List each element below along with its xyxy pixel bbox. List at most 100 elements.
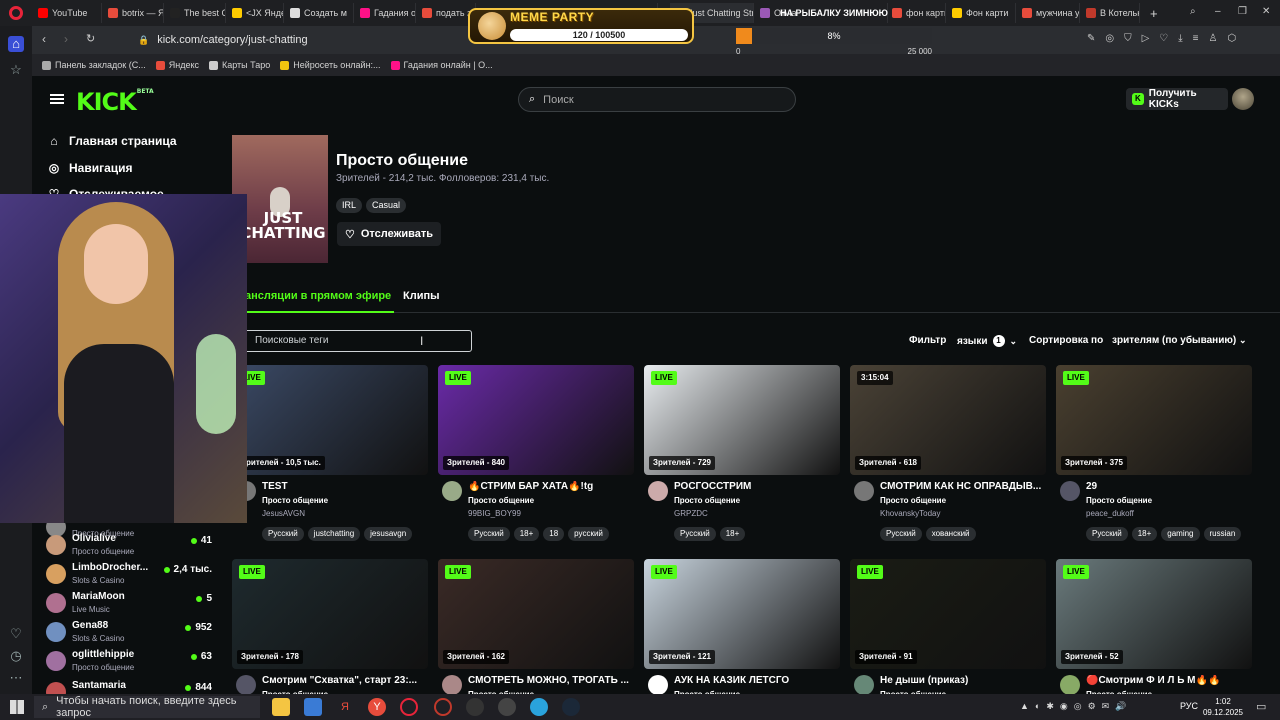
followed-channel[interactable]: oglittlehippie Просто общение 63	[46, 648, 216, 676]
windows-start-icon[interactable]	[10, 700, 24, 714]
sort-dropdown[interactable]: зрителям (по убыванию) ⌄	[1112, 335, 1247, 346]
bookmark-item[interactable]: Гадания онлайн | О...	[390, 60, 493, 70]
reload-icon[interactable]: ↻	[86, 32, 95, 45]
stream-tag[interactable]: хованский	[925, 527, 976, 541]
followed-channel[interactable]: Olivialive Просто общение 41	[46, 532, 216, 560]
streamer-name[interactable]: peace_dukoff	[1086, 509, 1134, 518]
more-icon[interactable]: ⋯	[8, 670, 24, 686]
stream-card[interactable]: 3:15:04 Зрителей - 618 СМОТРИМ КАК НС ОПРА…	[850, 365, 1046, 541]
bookmark-item[interactable]: Панель закладок (С...	[42, 60, 146, 70]
bookmark-item[interactable]: Нейросеть онлайн:...	[280, 60, 381, 70]
browser-tab[interactable]: Фон карти	[948, 3, 1016, 23]
taskbar-search[interactable]: ⌕ Чтобы начать поиск, введите здесь запр…	[34, 695, 260, 719]
bookmark-item[interactable]: Яндекс	[155, 60, 199, 70]
stream-title[interactable]: РОСГОССТРИМ	[674, 481, 840, 492]
forward-icon[interactable]: ›	[64, 32, 68, 46]
tag-search-input[interactable]: Поисковые теги	[238, 330, 472, 352]
input-language[interactable]: РУС	[1180, 701, 1198, 711]
stream-tag[interactable]: jesusavgn	[364, 527, 413, 541]
category-tag[interactable]: IRL	[336, 198, 363, 213]
browser-tab[interactable]: <JX Яндекс	[228, 3, 284, 23]
stream-thumbnail[interactable]: LIVE Зрителей - 121	[644, 559, 840, 669]
followed-channel[interactable]: Santamaria 844	[46, 679, 216, 694]
stream-card[interactable]: LIVEЗрителей - 91Не дыши (приказ)Просто …	[850, 559, 1046, 694]
followed-channel[interactable]: LimboDrocher... Slots & Casino 2,4 тыс.	[46, 561, 216, 589]
stream-card[interactable]: LIVE Зрителей - 162 СМОТРЕТЬ МОЖНО, ТРОГАТ…	[438, 559, 634, 694]
kick-logo[interactable]: KICKBETA	[76, 88, 154, 116]
stream-thumbnail[interactable]: 3:15:04 Зрителей - 618	[850, 365, 1046, 475]
followed-channel[interactable]: Gena88 Slots & Casino 952	[46, 619, 216, 647]
stream-tag[interactable]: русский	[568, 527, 609, 541]
stream-title[interactable]: TEST	[262, 481, 428, 492]
browser-tab[interactable]: YouTube	[34, 3, 102, 23]
stream-card[interactable]: LIVE Зрителей - 375 29 Просто общение peace_…	[1056, 365, 1252, 541]
stream-tag[interactable]: Русский	[468, 527, 510, 541]
tab-live-streams[interactable]: Трансляции в прямом эфире	[232, 290, 391, 302]
stream-card[interactable]: LIVEЗрителей - 52🔴Смотрим Ф И Л Ь М🔥🔥Про…	[1056, 559, 1252, 694]
stream-title[interactable]: 29	[1086, 481, 1252, 492]
stream-title[interactable]: Смотрим "Схватка", старт 23:...	[262, 675, 428, 686]
yandex-browser-icon[interactable]: Y	[368, 698, 386, 716]
back-icon[interactable]: ‹	[42, 32, 46, 46]
store-icon[interactable]	[304, 698, 322, 716]
opera-gx-icon[interactable]	[400, 698, 418, 716]
stream-thumbnail[interactable]: LIVE Зрителей - 178	[232, 559, 428, 669]
stream-title[interactable]: 🔴Смотрим Ф И Л Ь М🔥🔥	[1086, 675, 1252, 686]
streamer-avatar[interactable]	[648, 481, 668, 501]
heart-icon[interactable]: ♡	[8, 626, 24, 642]
tab-clips[interactable]: Клипы	[403, 290, 440, 302]
stream-tag[interactable]: Русский	[674, 527, 716, 541]
stream-category[interactable]: Просто общение	[880, 496, 946, 505]
steam-icon[interactable]	[562, 698, 580, 716]
opera-icon[interactable]	[434, 698, 452, 716]
stream-thumbnail[interactable]: LIVE Зрителей - 10,5 тыс.	[232, 365, 428, 475]
browser-tab[interactable]: botrix — Я	[104, 3, 164, 23]
bookmark-item[interactable]: Карты Таро	[208, 60, 270, 70]
stream-tag[interactable]: 18+	[513, 527, 540, 541]
stream-tag[interactable]: russian	[1203, 527, 1242, 541]
yandex-icon[interactable]: Я	[336, 698, 354, 716]
stream-card[interactable]: LIVE Зрителей - 729 РОСГОССТРИМ Просто обще…	[644, 365, 840, 541]
stream-tag[interactable]: 18+	[719, 527, 746, 541]
streamer-avatar[interactable]	[442, 675, 462, 694]
stream-card[interactable]: LIVEЗрителей - 121АУК НА КАЗИК ЛЕТСГОПро…	[644, 559, 840, 694]
nav-home[interactable]: ⌂ Главная страница	[48, 134, 176, 148]
menu-icon[interactable]	[50, 94, 64, 104]
streamer-name[interactable]: KhovanskyToday	[880, 509, 940, 518]
get-kicks-button[interactable]: K Получить KICKs	[1126, 88, 1228, 110]
stream-title[interactable]: СМОТРЕТЬ МОЖНО, ТРОГАТЬ ...	[468, 675, 634, 686]
clock[interactable]: 1:02 09.12.2025	[1198, 696, 1248, 718]
browser-tab[interactable]: Создать м	[286, 3, 354, 23]
followed-channel[interactable]: MariaMoon Live Music 5	[46, 590, 216, 618]
streamer-avatar[interactable]	[854, 675, 874, 694]
telegram-icon[interactable]	[530, 698, 548, 716]
stream-thumbnail[interactable]: LIVE Зрителей - 729	[644, 365, 840, 475]
browser-tab[interactable]: мужчина у	[1018, 3, 1080, 23]
streamer-avatar[interactable]	[1060, 481, 1080, 501]
search-tabs-icon[interactable]: ⌕	[1190, 6, 1196, 17]
streamer-avatar[interactable]	[442, 481, 462, 501]
stream-category[interactable]: Просто общение	[674, 496, 740, 505]
streamer-name[interactable]: JesusAVGN	[262, 509, 305, 518]
close-icon[interactable]: ✕	[1262, 6, 1270, 17]
stream-tag[interactable]: 18	[543, 527, 565, 541]
opera-logo-icon[interactable]	[9, 6, 23, 20]
stream-tag[interactable]: Русский	[880, 527, 922, 541]
stream-category[interactable]: Просто общение	[1086, 496, 1152, 505]
stream-card[interactable]: LIVE Зрителей - 178 Смотрим "Схватка", ста…	[232, 559, 428, 694]
stream-card[interactable]: LIVE Зрителей - 840 🔥СТРИМ БАР ХАТА🔥!tg Про…	[438, 365, 634, 541]
browser-tab[interactable]: The best C	[166, 3, 226, 23]
stream-thumbnail[interactable]: LIVE Зрителей - 91	[850, 559, 1046, 669]
stream-thumbnail[interactable]: LIVE Зрителей - 840	[438, 365, 634, 475]
minimize-icon[interactable]: –	[1215, 6, 1221, 17]
stream-tag[interactable]: justchatting	[307, 527, 361, 541]
streamer-name[interactable]: 99BIG_BOY99	[468, 509, 521, 518]
category-tag[interactable]: Casual	[366, 198, 407, 213]
history-icon[interactable]: ◷	[8, 648, 24, 664]
streamer-avatar[interactable]	[648, 675, 668, 694]
new-tab-button[interactable]: +	[1146, 3, 1162, 23]
streamer-avatar[interactable]	[236, 675, 256, 694]
stream-tag[interactable]: 18+	[1131, 527, 1158, 541]
stream-tag[interactable]: Русский	[1086, 527, 1128, 541]
stream-card[interactable]: LIVE Зрителей - 10,5 тыс. TEST Просто общен…	[232, 365, 428, 541]
